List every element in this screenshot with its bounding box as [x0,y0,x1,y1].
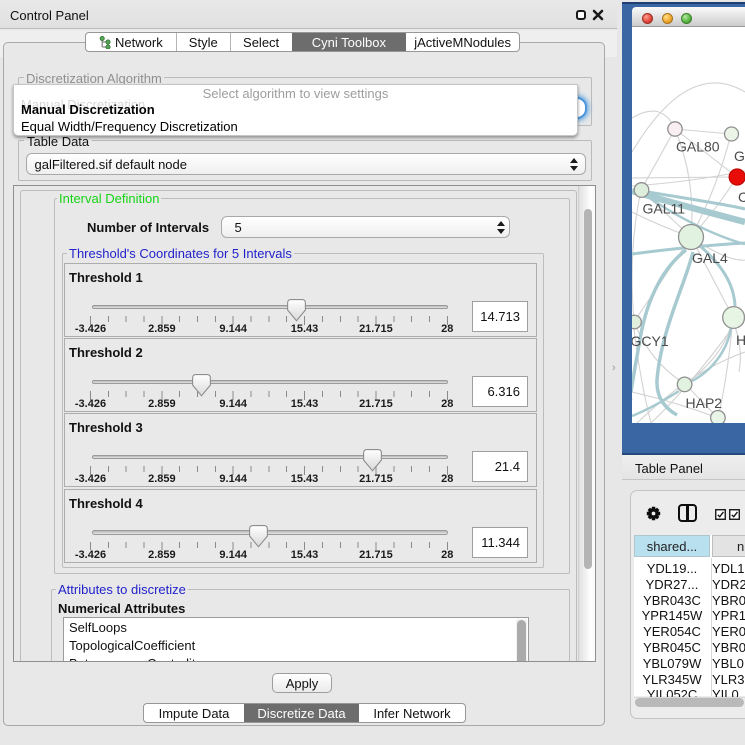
svg-text:H: H [736,332,745,348]
svg-text:C: C [738,189,745,205]
svg-text:GCY1: GCY1 [632,333,669,349]
svg-text:GA: GA [734,148,745,164]
svg-text:GAL4: GAL4 [692,250,728,266]
svg-text:GAL80: GAL80 [676,139,720,155]
svg-text:HAP2: HAP2 [686,395,723,411]
svg-text:GAL11: GAL11 [643,201,686,217]
